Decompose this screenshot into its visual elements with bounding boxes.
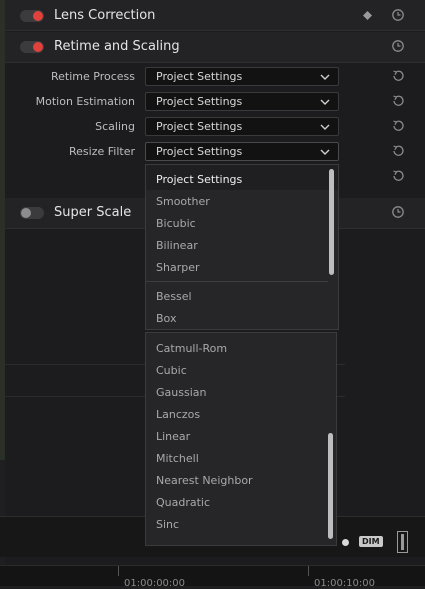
chevron-down-icon <box>320 74 330 80</box>
ruler-tick-label: 01:00:00:00 <box>124 578 186 589</box>
motion-estimation-select[interactable]: Project Settings <box>145 92 339 111</box>
record-dot-icon[interactable] <box>342 539 349 546</box>
dropdown-scrollbar[interactable] <box>329 169 334 275</box>
retime-scaling-title: Retime and Scaling <box>54 39 180 54</box>
reset-icon[interactable] <box>391 169 405 183</box>
lens-correction-header[interactable]: Lens Correction <box>5 0 425 31</box>
option-bicubic[interactable]: Bicubic <box>156 217 196 230</box>
scaling-label: Scaling <box>95 120 135 133</box>
option-quadratic[interactable]: Quadratic <box>156 496 210 509</box>
resize-filter-select[interactable]: Project Settings <box>145 142 339 161</box>
option-bilinear[interactable]: Bilinear <box>156 239 198 252</box>
ruler-tick-label: 01:00:10:00 <box>314 578 376 589</box>
panel-toggle-icon[interactable] <box>397 531 408 553</box>
reset-icon[interactable] <box>391 8 405 22</box>
dropdown-divider <box>146 281 328 282</box>
reset-icon[interactable] <box>391 94 405 108</box>
dropdown-scrollbar[interactable] <box>328 433 333 539</box>
reset-icon[interactable] <box>391 144 405 158</box>
retime-scaling-header[interactable]: Retime and Scaling <box>5 32 425 63</box>
resize-filter-dropdown[interactable]: Project Settings Smoother Bicubic Biline… <box>145 164 339 330</box>
super-scale-title: Super Scale <box>54 205 132 220</box>
scaling-select[interactable]: Project Settings <box>145 117 339 136</box>
option-gaussian[interactable]: Gaussian <box>156 386 206 399</box>
chevron-down-icon <box>320 149 330 155</box>
timeline-ruler[interactable]: 01:00:00:00 01:00:10:00 <box>0 565 425 589</box>
chevron-down-icon <box>320 124 330 130</box>
lens-correction-toggle[interactable] <box>20 10 44 22</box>
option-smoother[interactable]: Smoother <box>156 195 210 208</box>
super-scale-toggle[interactable] <box>20 207 44 219</box>
option-lanczos[interactable]: Lanczos <box>156 408 200 421</box>
chevron-down-icon <box>320 99 330 105</box>
resize-filter-label: Resize Filter <box>69 145 135 158</box>
dim-button[interactable]: DIM <box>359 536 383 547</box>
option-project-settings[interactable]: Project Settings <box>156 173 242 186</box>
option-bessel[interactable]: Bessel <box>156 290 192 303</box>
reset-icon[interactable] <box>391 205 405 219</box>
scaling-value: Project Settings <box>156 120 243 133</box>
motion-estimation-label: Motion Estimation <box>35 95 135 108</box>
option-sinc[interactable]: Sinc <box>156 518 179 531</box>
motion-estimation-value: Project Settings <box>156 95 243 108</box>
reset-icon[interactable] <box>391 119 405 133</box>
option-box[interactable]: Box <box>156 312 176 325</box>
retime-process-label: Retime Process <box>51 70 135 83</box>
retime-process-select[interactable]: Project Settings <box>145 67 339 86</box>
option-cubic[interactable]: Cubic <box>156 364 187 377</box>
resize-filter-dropdown-continued[interactable]: Catmull-Rom Cubic Gaussian Lanczos Linea… <box>145 332 337 546</box>
lens-correction-title: Lens Correction <box>54 8 156 23</box>
retime-process-value: Project Settings <box>156 70 243 83</box>
reset-icon[interactable] <box>391 39 405 53</box>
resize-filter-value: Project Settings <box>156 145 243 158</box>
option-nearest-neighbor[interactable]: Nearest Neighbor <box>156 474 253 487</box>
option-linear[interactable]: Linear <box>156 430 190 443</box>
reset-icon[interactable] <box>391 69 405 83</box>
keyframe-diamond-icon[interactable] <box>363 11 372 20</box>
retime-scaling-toggle[interactable] <box>20 41 44 53</box>
option-catmull-rom[interactable]: Catmull-Rom <box>156 342 227 355</box>
option-mitchell[interactable]: Mitchell <box>156 452 199 465</box>
option-sharper[interactable]: Sharper <box>156 261 200 274</box>
